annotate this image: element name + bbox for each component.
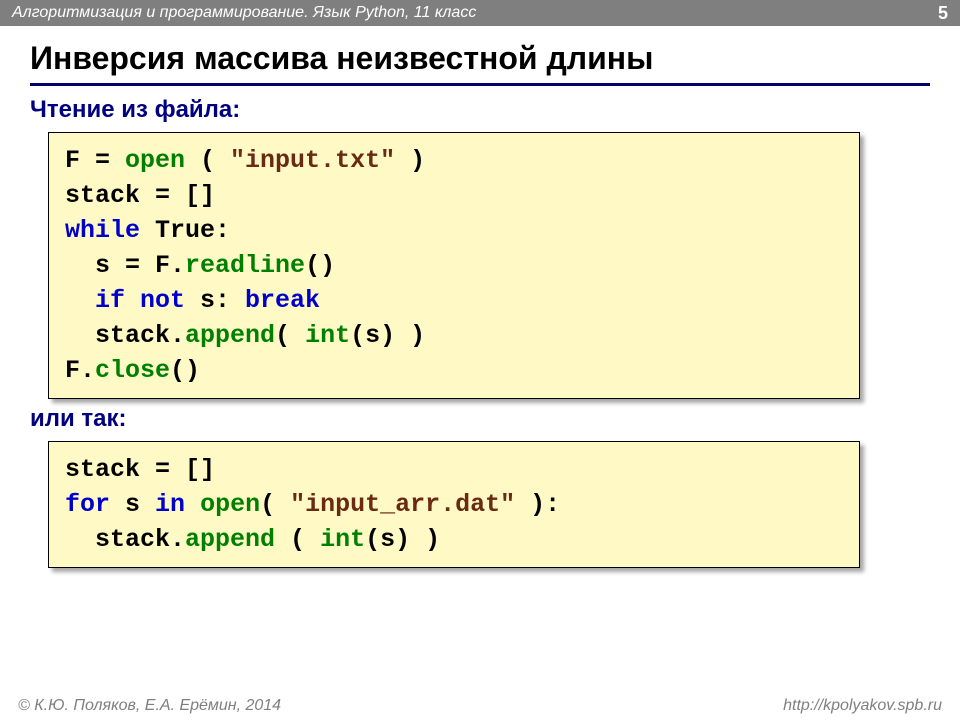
code-block-1: F = open ( "input.txt" ) stack = [] whil…: [48, 132, 860, 399]
code-block-2: stack = [] for s in open( "input_arr.dat…: [48, 441, 860, 568]
footer: © К.Ю. Поляков, Е.А. Ерёмин, 2014 http:/…: [0, 692, 960, 720]
footer-url: http://kpolyakov.spb.ru: [783, 697, 942, 715]
header-left: Алгоритмизация и программирование. Язык …: [12, 4, 476, 22]
subheading-read-file: Чтение из файла:: [30, 96, 960, 124]
header-bar: Алгоритмизация и программирование. Язык …: [0, 0, 960, 26]
page-number: 5: [938, 3, 948, 24]
title-underline: [30, 83, 930, 86]
copyright: © К.Ю. Поляков, Е.А. Ерёмин, 2014: [18, 697, 281, 715]
subheading-or: или так:: [30, 405, 960, 433]
slide-title: Инверсия массива неизвестной длины: [0, 26, 960, 83]
